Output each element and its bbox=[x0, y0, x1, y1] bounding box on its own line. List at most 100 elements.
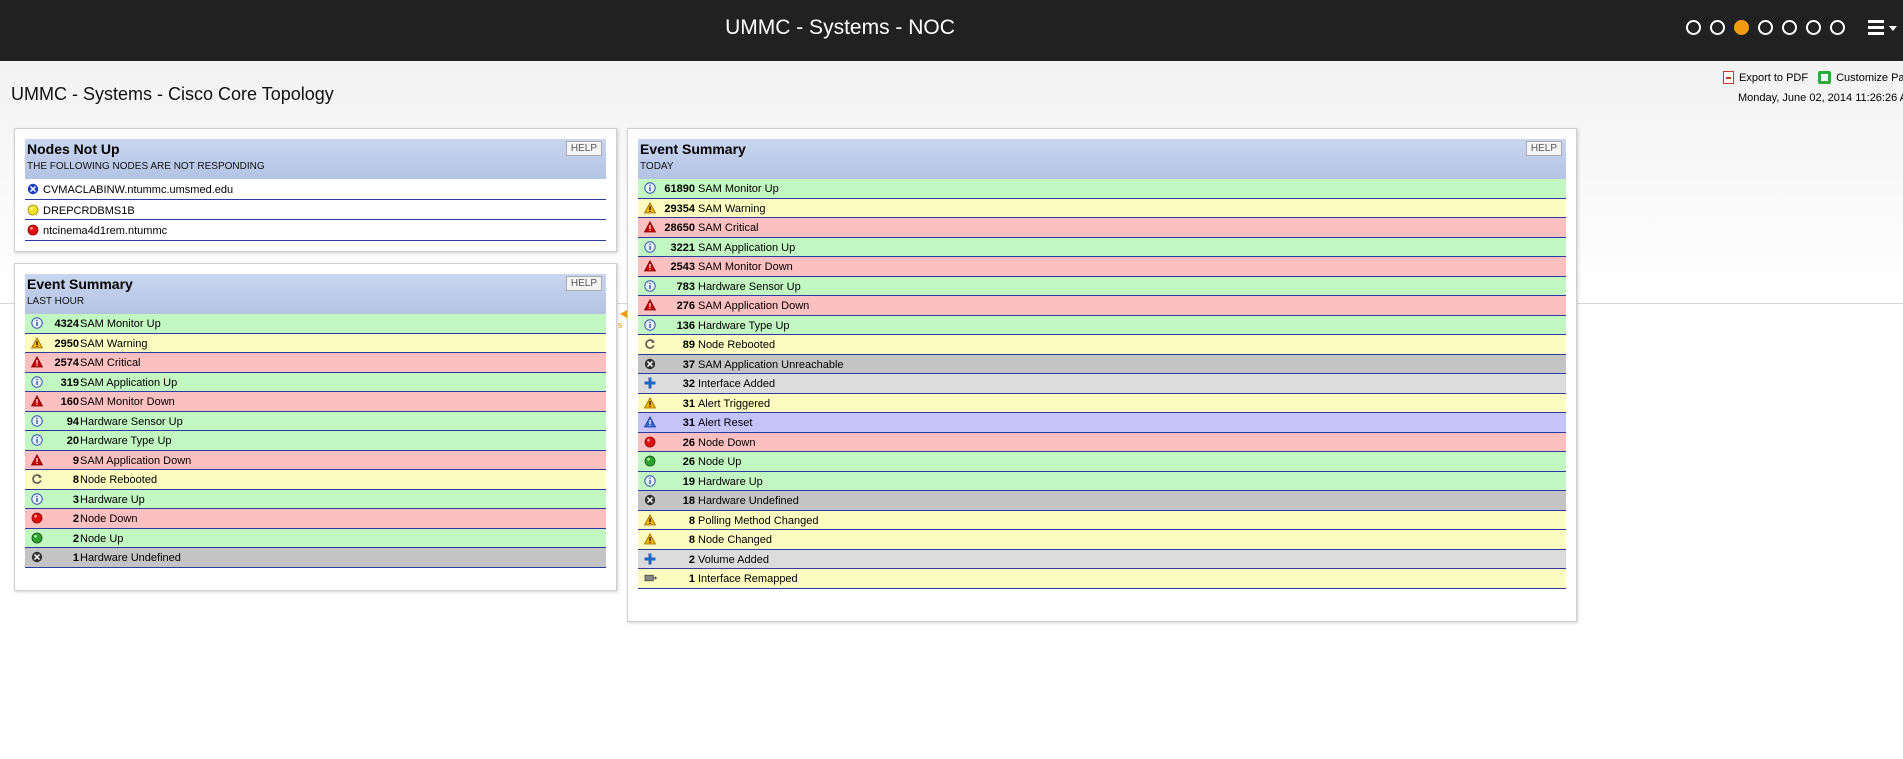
event-list: 4324 SAM Monitor Up 2950 SAM Warning 2574 SAM… bbox=[25, 314, 606, 568]
event-count: 2574 bbox=[54, 357, 79, 369]
event-row[interactable]: 31 Alert Triggered bbox=[638, 393, 1566, 413]
page-dot-2[interactable] bbox=[1710, 20, 1725, 35]
event-label: Hardware Up bbox=[698, 475, 763, 488]
panel-title: Event Summary bbox=[27, 276, 133, 292]
event-row[interactable]: 2 Node Up bbox=[25, 528, 606, 548]
event-count: 2 bbox=[688, 553, 695, 566]
node-row[interactable]: DREPCRDBMS1B bbox=[25, 199, 606, 220]
event-label: SAM Monitor Up bbox=[80, 318, 161, 330]
event-count: 276 bbox=[676, 300, 695, 312]
event-count: 2543 bbox=[670, 261, 695, 273]
event-count: 26 bbox=[682, 456, 695, 468]
event-count: 32 bbox=[682, 378, 695, 390]
event-count: 31 bbox=[682, 417, 695, 429]
event-label: SAM Warning bbox=[698, 202, 766, 215]
event-row[interactable]: 319 SAM Application Up bbox=[25, 372, 606, 392]
event-label: Node Down bbox=[80, 513, 138, 525]
event-count: 2 bbox=[72, 532, 79, 545]
event-row[interactable]: 61890 SAM Monitor Up bbox=[638, 179, 1566, 199]
event-label: Node Up bbox=[80, 532, 124, 545]
event-label: Hardware Undefined bbox=[698, 495, 799, 507]
event-row[interactable]: 20 Hardware Type Up bbox=[25, 431, 606, 451]
page-dot-4[interactable] bbox=[1758, 20, 1773, 35]
event-row[interactable]: 2574 SAM Critical bbox=[25, 353, 606, 373]
customize-page-link[interactable]: Customize Pag bbox=[1818, 71, 1903, 84]
page-actions: Export to PDF Customize Pag bbox=[1723, 71, 1903, 84]
event-count: 26 bbox=[682, 436, 695, 449]
event-label: SAM Application Unreachable bbox=[698, 358, 844, 371]
panel-title: Nodes Not Up bbox=[27, 141, 120, 157]
page-dot-3[interactable] bbox=[1734, 20, 1749, 35]
node-name: CVMACLABINW.ntummc.umsmed.edu bbox=[43, 184, 234, 196]
event-label: Node Rebooted bbox=[698, 339, 776, 351]
export-pdf-label: Export to PDF bbox=[1739, 72, 1809, 84]
hamburger-menu-icon[interactable] bbox=[1868, 20, 1897, 36]
event-label: Alert Triggered bbox=[698, 397, 771, 410]
event-row[interactable]: 2950 SAM Warning bbox=[25, 333, 606, 353]
help-button[interactable]: HELP bbox=[565, 276, 602, 291]
node-name: DREPCRDBMS1B bbox=[43, 204, 135, 217]
collapse-column-arrow-icon[interactable] bbox=[620, 310, 627, 318]
event-count: 136 bbox=[676, 319, 695, 332]
help-button[interactable]: HELP bbox=[1525, 141, 1562, 156]
event-row[interactable]: 31 Alert Reset bbox=[638, 413, 1566, 433]
event-label: Hardware Type Up bbox=[698, 319, 790, 332]
nodes-list: CVMACLABINW.ntummc.umsmed.edu DREPCRDBMS1… bbox=[25, 179, 606, 241]
page-dot-7[interactable] bbox=[1830, 20, 1845, 35]
event-label: Hardware Up bbox=[80, 493, 145, 506]
event-row[interactable]: 8 Node Changed bbox=[638, 530, 1566, 550]
event-label: Node Changed bbox=[698, 534, 773, 546]
unreachable-icon bbox=[27, 183, 39, 195]
panel-header: Nodes Not Up THE FOLLOWING NODES ARE NOT… bbox=[25, 139, 606, 179]
event-label: Hardware Type Up bbox=[80, 435, 172, 447]
event-row[interactable]: 18 Hardware Undefined bbox=[638, 491, 1566, 511]
panel-subtitle: LAST HOUR bbox=[27, 296, 85, 307]
help-button[interactable]: HELP bbox=[565, 141, 602, 156]
event-row[interactable]: 160 SAM Monitor Down bbox=[25, 392, 606, 412]
event-row[interactable]: 37 SAM Application Unreachable bbox=[638, 354, 1566, 374]
event-row[interactable]: 2543 SAM Monitor Down bbox=[638, 257, 1566, 277]
page-dot-6[interactable] bbox=[1806, 20, 1821, 35]
event-row[interactable]: 3221 SAM Application Up bbox=[638, 237, 1566, 257]
event-row[interactable]: 8 Node Rebooted bbox=[25, 470, 606, 490]
event-row[interactable]: 276 SAM Application Down bbox=[638, 296, 1566, 316]
down-dot-icon bbox=[27, 224, 39, 236]
event-row[interactable]: 4324 SAM Monitor Up bbox=[25, 314, 606, 334]
event-row[interactable]: 3 Hardware Up bbox=[25, 489, 606, 509]
event-row[interactable]: 28650 SAM Critical bbox=[638, 218, 1566, 238]
event-row[interactable]: 19 Hardware Up bbox=[638, 471, 1566, 491]
event-count: 2950 bbox=[54, 337, 79, 350]
event-count: 783 bbox=[676, 280, 695, 293]
export-pdf-link[interactable]: Export to PDF bbox=[1723, 71, 1808, 84]
event-row[interactable]: 783 Hardware Sensor Up bbox=[638, 276, 1566, 296]
node-row[interactable]: ntcinema4d1rem.ntummc bbox=[25, 220, 606, 241]
event-row[interactable]: 136 Hardware Type Up bbox=[638, 315, 1566, 335]
event-count: 37 bbox=[682, 358, 695, 371]
event-row[interactable]: 1 Hardware Undefined bbox=[25, 548, 606, 568]
event-row[interactable]: 32 Interface Added bbox=[638, 374, 1566, 394]
event-count: 3221 bbox=[670, 241, 695, 254]
event-count: 8 bbox=[688, 514, 695, 527]
event-label: Interface Remapped bbox=[698, 573, 798, 585]
event-row[interactable]: 9 SAM Application Down bbox=[25, 450, 606, 470]
event-count: 61890 bbox=[664, 183, 695, 195]
event-row[interactable]: 2 Node Down bbox=[25, 509, 606, 529]
event-row[interactable]: 29354 SAM Warning bbox=[638, 198, 1566, 218]
page-dot-5[interactable] bbox=[1782, 20, 1797, 35]
event-row[interactable]: 94 Hardware Sensor Up bbox=[25, 411, 606, 431]
event-count: 19 bbox=[682, 475, 695, 488]
event-label: SAM Application Down bbox=[80, 454, 192, 467]
node-row[interactable]: CVMACLABINW.ntummc.umsmed.edu bbox=[25, 179, 606, 200]
event-row[interactable]: 1 Interface Remapped bbox=[638, 569, 1566, 589]
top-bar: UMMC - Systems - NOC bbox=[0, 0, 1903, 61]
event-row[interactable]: 26 Node Down bbox=[638, 432, 1566, 452]
collapse-column-label: s bbox=[618, 320, 623, 330]
event-summary-last-hour-panel: Event Summary LAST HOUR HELP 4324 SAM Mon… bbox=[14, 263, 617, 591]
event-row[interactable]: 8 Polling Method Changed bbox=[638, 510, 1566, 530]
event-list: 61890 SAM Monitor Up 29354 SAM Warning 28650… bbox=[638, 179, 1566, 589]
event-count: 160 bbox=[60, 396, 79, 408]
event-row[interactable]: 26 Node Up bbox=[638, 452, 1566, 472]
event-row[interactable]: 2 Volume Added bbox=[638, 549, 1566, 569]
page-dot-1[interactable] bbox=[1686, 20, 1701, 35]
event-row[interactable]: 89 Node Rebooted bbox=[638, 335, 1566, 355]
